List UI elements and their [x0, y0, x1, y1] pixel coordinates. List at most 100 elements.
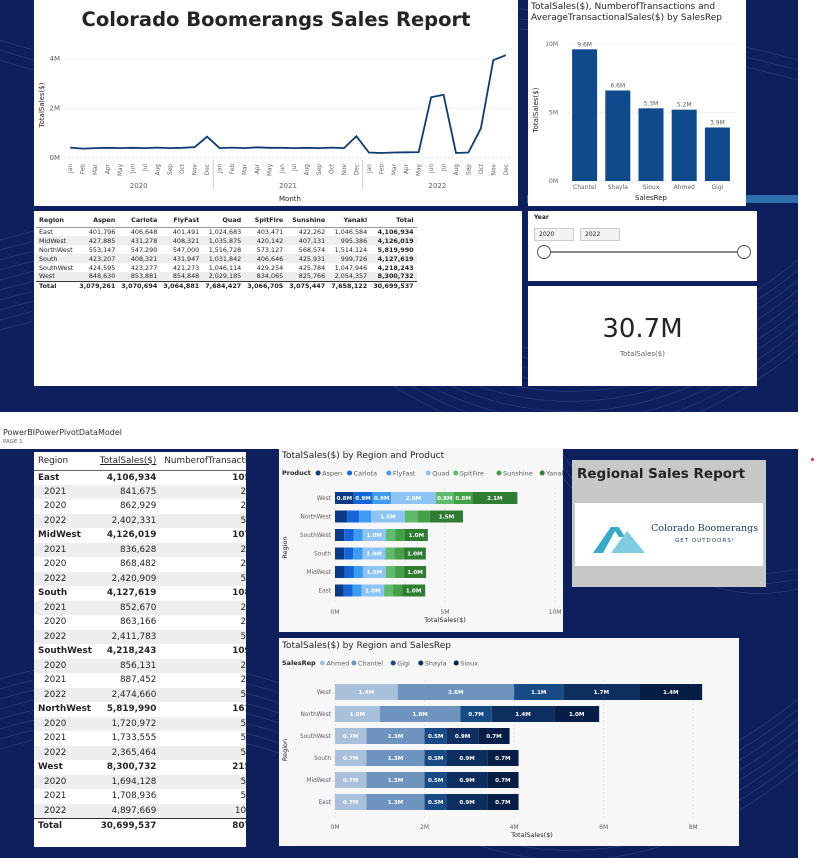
bar-data-label: 0.5M	[428, 756, 444, 762]
stacked-bar-segment	[344, 566, 354, 578]
year-sub-row[interactable]: 20222,402,3315296	[34, 513, 246, 528]
list-cell: 10592	[232, 472, 246, 483]
y-tick-label: East	[318, 800, 331, 806]
x-tick-label: 2M	[420, 824, 429, 831]
year-tick-label: 2020	[130, 182, 148, 190]
rep-chart-card: TotalSales($) by Region and SalesRep Sal…	[279, 638, 739, 846]
matrix-total-cell: 7,684,427	[202, 280, 245, 290]
stacked-bar-segment	[344, 547, 354, 560]
year-sub-row[interactable]: 2020 868,482 2746	[34, 557, 246, 572]
bar-data-label: 1.3M	[388, 734, 404, 740]
list-cell: 2022	[34, 513, 96, 528]
stacked-bar-segment	[335, 547, 345, 560]
kpi-card: 30.7M TotalSales($)	[528, 286, 757, 386]
region-group-row[interactable]: SouthWest 4,218,243 10941	[34, 644, 246, 659]
list-cell: 863,166	[119, 617, 157, 628]
y-tick-label: West	[317, 690, 332, 696]
year-sub-row[interactable]: 20222,474,6605433	[34, 687, 246, 702]
matrix-cell: 999,726	[328, 254, 371, 263]
line-chart-card: Colorado Boomerangs Sales Report 0M 2M 4M J…	[34, 0, 518, 206]
year-sub-row[interactable]: 2020 862,929 2664	[34, 499, 246, 514]
matrix-cell: 834,065	[244, 272, 287, 281]
year-sub-row[interactable]: 20222,411,7835371	[34, 629, 246, 644]
year-sub-row[interactable]: 20201,694,1285314	[34, 774, 246, 789]
stacked-bar-segment	[359, 510, 372, 523]
month-tick-label: Apr	[404, 163, 410, 174]
region-product-matrix: Region Aspen Carlota FlyFast Quad SpitFire Sun…	[36, 213, 417, 290]
month-tick-label: Sep	[466, 164, 472, 175]
region-group-row[interactable]: NorthWest 5,819,990 16127	[34, 702, 246, 717]
year-sub-row[interactable]: 2021836,6282663	[34, 542, 246, 557]
page-number-label: PAGE 1	[3, 439, 23, 445]
year-sub-row[interactable]: 2021841,6752632	[34, 484, 246, 499]
list-cell: 4,218,243	[106, 646, 157, 657]
matrix-cell: 420,142	[244, 236, 287, 245]
year-sub-row[interactable]: 20222,420,9095314	[34, 571, 246, 586]
kpi-label: TotalSales($)	[620, 350, 665, 358]
matrix-cell: 848,630	[76, 272, 119, 281]
slider-end-handle[interactable]	[737, 245, 751, 259]
legend-marker	[418, 660, 424, 666]
month-tick-label: Jul	[442, 164, 448, 172]
stacked-bar-segment	[343, 584, 353, 597]
bar-data-label: 1.4M	[359, 690, 375, 696]
legend-entry: Chantel	[358, 660, 383, 668]
bar-data-label: 0.9M	[455, 734, 471, 740]
year-sub-row[interactable]: 2020 863,166 2753	[34, 615, 246, 630]
year-sub-row[interactable]: 20224,897,66910843	[34, 803, 246, 818]
legend-marker	[453, 470, 459, 476]
matrix-cell: 427,885	[76, 236, 119, 245]
list-cell: 2021	[44, 733, 67, 744]
bar-data-label: 1.4M	[515, 712, 531, 718]
matrix-cell: SouthWest	[39, 263, 74, 272]
matrix-cell: 4,106,934	[377, 227, 414, 236]
year-tick-label: 2022	[428, 182, 446, 190]
year-sub-row[interactable]: 20222,365,4645258	[34, 745, 246, 760]
slicer-end-input[interactable]: 2022	[580, 228, 620, 241]
bar-data-label: 1.0M	[350, 712, 366, 718]
product-chart-card: TotalSales($) by Region and Product Prod…	[279, 448, 563, 632]
slicer-start-input[interactable]: 2020	[534, 228, 574, 241]
list-cell: 4,106,934	[106, 472, 157, 483]
year-sub-row[interactable]: 2021 1,733,555 5431	[34, 731, 246, 746]
bar-data-label: 0.9M	[459, 756, 475, 762]
region-group-row[interactable]: West 8,300,732 21530	[34, 760, 246, 775]
matrix-cell: 408,321	[118, 254, 161, 263]
year-sub-row[interactable]: 2021 1,708,936 5373	[34, 789, 246, 804]
list-cell: 5314	[160, 774, 246, 789]
matrix-total-cell: 30,699,537	[370, 280, 417, 290]
salesrep-bar-chart: 0M 5M 10M 9.6M Chantel 6.6M Shayla 5.3M Sioux 5.2…	[532, 41, 734, 202]
bar-data-label: 2.0M	[406, 496, 422, 502]
legend-marker	[319, 660, 325, 666]
x-axis-title: TotalSales($)	[510, 831, 553, 839]
matrix-header-cell: Yanaki	[328, 213, 371, 228]
slider-start-handle[interactable]	[537, 245, 551, 259]
stacked-bar-segment	[353, 566, 363, 578]
year-sub-row[interactable]: 2021 887,452 2803	[34, 673, 246, 688]
list-header-cell: NumberofTransactions	[160, 452, 246, 471]
month-tick-label: May	[417, 163, 423, 176]
list-total-row[interactable]: Total30,699,53780737	[34, 817, 246, 833]
x-tick-label: 5M	[441, 609, 450, 616]
legend-entry: Carlota	[354, 470, 378, 478]
month-tick-label: Jun	[280, 164, 286, 174]
region-group-row[interactable]: South 4,127,619 10824	[34, 586, 246, 601]
bar-data-label: 1.7M	[594, 690, 610, 696]
month-tick-label: May	[118, 163, 124, 176]
list-cell: 10941	[232, 646, 246, 657]
x-axis-title: SalesRep	[635, 194, 667, 202]
year-sub-row[interactable]: 2020856,1312705	[34, 658, 246, 673]
year-sub-row[interactable]: 2021852,6702700	[34, 600, 246, 615]
legend-entry: Sioux	[460, 660, 478, 668]
slider-track	[544, 251, 744, 253]
region-group-row[interactable]: MidWest 4,126,019 10723	[34, 528, 246, 543]
matrix-cell: 406,646	[244, 254, 287, 263]
year-sub-row[interactable]: 20201,720,9725438	[34, 716, 246, 731]
matrix-cell: 1,046,584	[334, 227, 368, 236]
bar-data-label: 1.3M	[388, 800, 404, 806]
list-cell: 1,694,128	[95, 774, 161, 789]
region-group-row[interactable]: East 4,106,934 10592	[34, 470, 246, 485]
bar-data-label: 2.1M	[487, 496, 503, 502]
list-cell: 21530	[232, 762, 246, 773]
matrix-cell: 403,471	[256, 227, 284, 236]
